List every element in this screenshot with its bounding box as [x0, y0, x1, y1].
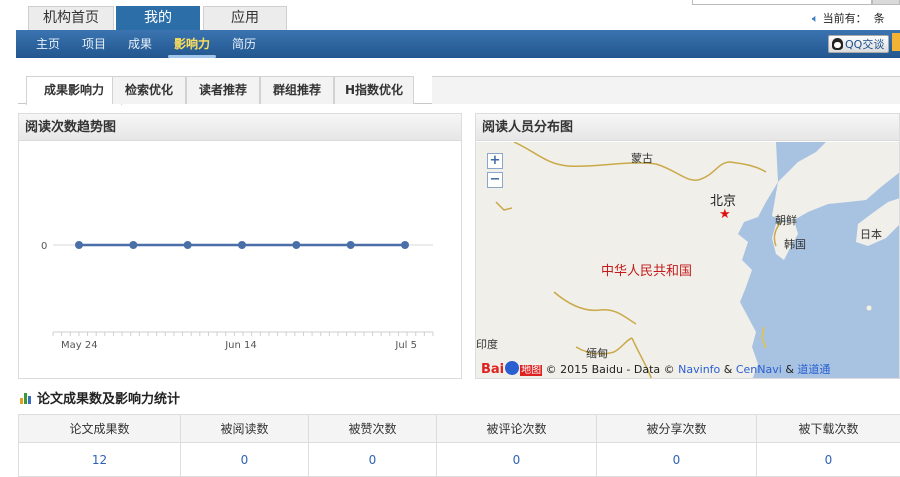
tab-mine[interactable]: 我的	[116, 6, 200, 30]
label-china: 中华人民共和国	[601, 260, 692, 279]
stats-section-title: 论文成果数及影响力统计	[20, 388, 180, 407]
data-point	[347, 241, 355, 249]
data-point	[129, 241, 137, 249]
search-button[interactable]	[872, 0, 900, 5]
header-read-count: 被阅读数	[181, 415, 309, 443]
nav-resume[interactable]: 简历	[232, 30, 256, 58]
copyright-amp-2: &	[785, 363, 794, 376]
search-input[interactable]	[692, 0, 872, 5]
label-south-korea: 韩国	[784, 236, 806, 252]
top-tab-bar: 机构首页 我的 应用 🔈︎ 当前有： 条	[0, 0, 900, 30]
notice-prefix: 当前有：	[823, 12, 867, 25]
stats-header-row: 论文成果数 被阅读数 被赞次数 被评论次数 被分享次数 被下载次数	[19, 415, 900, 443]
qq-penguin-icon	[832, 38, 843, 50]
data-point	[238, 241, 246, 249]
tab-institution-home[interactable]: 机构首页	[28, 6, 114, 30]
bar-chart-icon	[20, 393, 33, 404]
value-read-count[interactable]: 0	[181, 443, 309, 477]
stats-title-text: 论文成果数及影响力统计	[37, 392, 180, 407]
influence-subtabs: 成果影响力 检索优化 读者推荐 群组推荐 H指数优化	[18, 76, 900, 104]
subtab-bar-fill	[432, 76, 900, 104]
reading-trend-chart: 0 May 24 Jun 14 Jul 5	[19, 142, 462, 379]
header-comment-count: 被评论次数	[437, 415, 597, 443]
value-share-count[interactable]: 0	[597, 443, 757, 477]
reader-map[interactable]: + − 蒙古 北京 ★ 朝鲜 韩国 日本 中华人民共和国 印度 缅甸 Bai地图…	[476, 142, 900, 379]
x-tick-label: May 24	[61, 340, 98, 351]
nav-achievements[interactable]: 成果	[128, 30, 152, 58]
notice-suffix: 条	[874, 12, 885, 25]
label-japan: 日本	[860, 226, 882, 242]
subtab-reader-recommend[interactable]: 读者推荐	[186, 76, 260, 104]
reader-map-title: 阅读人员分布图	[476, 114, 899, 141]
capital-star-icon: ★	[719, 207, 731, 222]
subtab-impact[interactable]: 成果影响力	[26, 76, 122, 105]
header-share-count: 被分享次数	[597, 415, 757, 443]
zoom-out-button[interactable]: −	[487, 172, 503, 188]
value-like-count[interactable]: 0	[309, 443, 437, 477]
nav-influence[interactable]: 影响力	[174, 30, 210, 58]
value-comment-count[interactable]: 0	[437, 443, 597, 477]
speaker-icon: 🔈︎	[812, 12, 819, 25]
value-paper-count[interactable]: 12	[19, 443, 181, 477]
subtab-search-optimization[interactable]: 检索优化	[112, 76, 186, 104]
subtab-group-recommend[interactable]: 群组推荐	[260, 76, 334, 104]
copyright-amp-1: &	[724, 363, 733, 376]
stats-value-row: 12 0 0 0 0 0	[19, 443, 900, 477]
stats-table: 论文成果数 被阅读数 被赞次数 被评论次数 被分享次数 被下载次数 12 0 0…	[18, 414, 900, 477]
data-point	[401, 241, 409, 249]
map-copyright: Bai 地图 © 2015 Baidu - Data © Navinfo & Ce…	[481, 361, 830, 377]
data-point	[75, 241, 83, 249]
copyright-text: © 2015 Baidu - Data ©	[546, 363, 675, 376]
reading-trend-panel: 阅读次数趋势图 0 May 24 Jun 14 Jul 5	[18, 113, 462, 379]
baidu-paw-icon	[505, 361, 519, 375]
value-download-count[interactable]: 0	[757, 443, 900, 477]
header-paper-count: 论文成果数	[19, 415, 181, 443]
label-north-korea: 朝鲜	[775, 212, 797, 228]
baidu-logo-text: Bai	[481, 362, 504, 377]
x-tick-label: Jun 14	[224, 340, 257, 351]
label-mongolia: 蒙古	[631, 150, 653, 166]
label-india: 印度	[476, 336, 498, 352]
header-download-count: 被下载次数	[757, 415, 900, 443]
label-myanmar: 缅甸	[586, 345, 608, 361]
qq-chat-button[interactable]: QQ交谈	[828, 35, 889, 53]
navinfo-link[interactable]: Navinfo	[678, 363, 720, 376]
main-nav: 主页 项目 成果 影响力 简历 QQ交谈	[16, 30, 900, 58]
y-tick-label: 0	[41, 241, 47, 252]
reader-map-panel: 阅读人员分布图 + − 蒙古 北京 ★ 朝鲜 韩国 日本 中华人民共和国 印度 …	[475, 113, 900, 379]
zoom-in-button[interactable]: +	[487, 153, 503, 169]
data-point	[184, 241, 192, 249]
reading-trend-title: 阅读次数趋势图	[19, 114, 461, 141]
cennavi-link[interactable]: CenNavi	[736, 363, 782, 376]
qq-chat-label: QQ交谈	[845, 38, 884, 51]
nav-projects[interactable]: 项目	[82, 30, 106, 58]
baidu-map-logo: 地图	[520, 365, 542, 376]
subtab-h-index[interactable]: H指数优化	[334, 76, 414, 104]
x-tick-label: Jul 5	[394, 340, 417, 351]
header-like-count: 被赞次数	[309, 415, 437, 443]
notice-bar: 🔈︎ 当前有： 条	[812, 10, 885, 26]
nav-home[interactable]: 主页	[36, 30, 60, 58]
daodaotong-link[interactable]: 道道通	[797, 363, 830, 376]
qq-status-edge	[892, 33, 900, 51]
tab-apps[interactable]: 应用	[203, 6, 287, 30]
data-point	[292, 241, 300, 249]
